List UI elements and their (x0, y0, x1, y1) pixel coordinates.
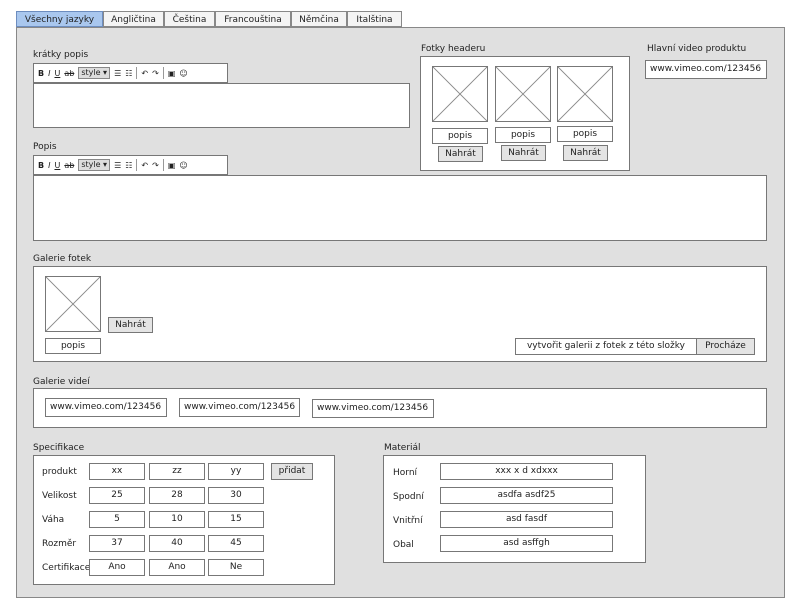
video-url-input[interactable]: www.vimeo.com/123456 (312, 399, 434, 418)
underline-button[interactable]: U (54, 69, 60, 78)
add-spec-button[interactable]: přidat (271, 463, 313, 480)
smiley-icon[interactable]: ☺ (179, 161, 187, 170)
bullet-list-icon[interactable]: ☰ (114, 69, 121, 78)
tab-french[interactable]: Francouština (215, 11, 291, 27)
tab-german[interactable]: Němčina (291, 11, 347, 27)
style-select-label: style (81, 68, 101, 77)
bold-button[interactable]: B (38, 161, 44, 170)
spec-value-input[interactable]: xx (89, 463, 145, 480)
spec-row-name: Rozměr (42, 539, 77, 549)
toolbar-separator (136, 159, 138, 171)
spec-row-name: Váha (42, 515, 65, 525)
undo-icon[interactable]: ↶ (141, 69, 148, 78)
style-select-label: style (81, 160, 101, 169)
image-placeholder-icon (432, 66, 488, 122)
chevron-down-icon: ▾ (103, 68, 108, 77)
desc-toolbar: B I U ab style ▾ ☰ ☷ ↶ ↷ ▣ ☺ (33, 155, 228, 175)
style-select[interactable]: style ▾ (78, 159, 111, 171)
redo-icon[interactable]: ↷ (152, 161, 159, 170)
spec-value-input[interactable]: yy (208, 463, 264, 480)
short-desc-toolbar: B I U ab style ▾ ☰ ☷ ↶ ↷ ▣ ☺ (33, 63, 228, 83)
header-photo-upload-button[interactable]: Nahrát (501, 145, 546, 161)
strike-button[interactable]: ab (64, 69, 74, 78)
desc-label: Popis (33, 142, 57, 152)
strike-button[interactable]: ab (64, 161, 74, 170)
browse-button[interactable]: Procháze (696, 338, 755, 355)
undo-icon[interactable]: ↶ (141, 161, 148, 170)
material-value-input[interactable]: xxx x d xdxxx (440, 463, 613, 480)
video-gallery-label: Galerie videí (33, 377, 90, 387)
tab-english[interactable]: Angličtina (103, 11, 164, 27)
header-photos-label: Fotky headeru (421, 44, 486, 54)
material-value-input[interactable]: asdfa asdf25 (440, 487, 613, 504)
material-value-input[interactable]: asd fasdf (440, 511, 613, 528)
short-desc-editor[interactable] (33, 83, 410, 128)
style-select[interactable]: style ▾ (78, 67, 111, 79)
material-row-name: Vnitřní (393, 516, 423, 526)
numbered-list-icon[interactable]: ☷ (125, 161, 132, 170)
spec-value-input[interactable]: 40 (149, 535, 205, 552)
toolbar-separator (136, 67, 138, 79)
spec-label: Specifikace (33, 443, 85, 453)
spec-value-input[interactable]: 15 (208, 511, 264, 528)
image-placeholder-icon (45, 276, 101, 332)
tab-czech[interactable]: Čeština (164, 11, 215, 27)
gallery-caption-input[interactable]: popis (45, 338, 101, 354)
material-row-name: Horní (393, 468, 418, 478)
spec-value-input[interactable]: 37 (89, 535, 145, 552)
chevron-down-icon: ▾ (103, 160, 108, 169)
image-icon[interactable]: ▣ (168, 69, 176, 78)
image-icon[interactable]: ▣ (168, 161, 176, 170)
gallery-folder-input[interactable]: vytvořit galerii z fotek z této složky (515, 338, 697, 355)
toolbar-separator (162, 159, 164, 171)
spec-value-input[interactable]: Ano (89, 559, 145, 576)
image-placeholder-icon (557, 66, 613, 122)
spec-value-input[interactable]: 25 (89, 487, 145, 504)
spec-row-name: produkt (42, 467, 77, 477)
toolbar-separator (162, 67, 164, 79)
spec-value-input[interactable]: 5 (89, 511, 145, 528)
spec-value-input[interactable]: 28 (149, 487, 205, 504)
spec-value-input[interactable]: Ano (149, 559, 205, 576)
header-photo-caption-input[interactable]: popis (432, 128, 488, 144)
tab-italian[interactable]: Italština (347, 11, 402, 27)
smiley-icon[interactable]: ☺ (179, 69, 187, 78)
spec-row-name: Velikost (42, 491, 77, 501)
video-url-input[interactable]: www.vimeo.com/123456 (45, 398, 167, 417)
redo-icon[interactable]: ↷ (152, 69, 159, 78)
italic-button[interactable]: I (48, 69, 50, 78)
short-desc-label: krátky popis (33, 50, 89, 60)
material-row-name: Obal (393, 540, 414, 550)
tab-all-languages[interactable]: Všechny jazyky (16, 11, 103, 27)
gallery-label: Galerie fotek (33, 254, 92, 264)
spec-value-input[interactable]: zz (149, 463, 205, 480)
main-video-input[interactable]: www.vimeo.com/123456 (645, 60, 767, 79)
gallery-upload-button[interactable]: Nahrát (108, 317, 153, 333)
numbered-list-icon[interactable]: ☷ (125, 69, 132, 78)
header-photo-upload-button[interactable]: Nahrát (438, 146, 483, 162)
spec-value-input[interactable]: Ne (208, 559, 264, 576)
video-url-input[interactable]: www.vimeo.com/123456 (179, 398, 300, 417)
spec-row-name: Certifikace (42, 563, 91, 573)
spec-value-input[interactable]: 30 (208, 487, 264, 504)
image-placeholder-icon (495, 66, 551, 122)
main-video-label: Hlavní video produktu (647, 44, 747, 54)
material-value-input[interactable]: asd asffgh (440, 535, 613, 552)
header-photo-caption-input[interactable]: popis (557, 126, 613, 142)
bullet-list-icon[interactable]: ☰ (114, 161, 121, 170)
italic-button[interactable]: I (48, 161, 50, 170)
bold-button[interactable]: B (38, 69, 44, 78)
desc-editor[interactable] (33, 175, 767, 241)
spec-value-input[interactable]: 45 (208, 535, 264, 552)
header-photo-upload-button[interactable]: Nahrát (563, 145, 608, 161)
material-label: Materiál (384, 443, 421, 453)
header-photo-caption-input[interactable]: popis (495, 127, 551, 143)
spec-value-input[interactable]: 10 (149, 511, 205, 528)
material-row-name: Spodní (393, 492, 424, 502)
underline-button[interactable]: U (54, 161, 60, 170)
